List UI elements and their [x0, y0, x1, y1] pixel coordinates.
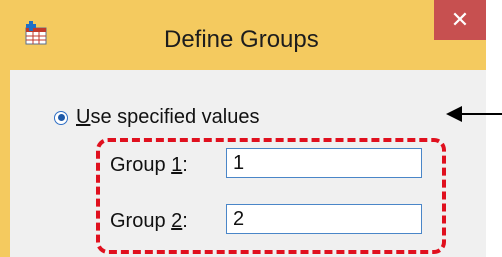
- dialog-client-area: Use specified values Group 1: 1 Group 2:…: [10, 70, 486, 257]
- use-specified-values-label-rest: se specified values: [90, 106, 260, 128]
- use-specified-values-mnemonic: U: [76, 106, 91, 128]
- use-specified-values-option[interactable]: Use specified values: [54, 106, 259, 129]
- screenshot-canvas: Define Groups ✕ Use specified values Gro…: [0, 0, 502, 257]
- use-specified-values-radio[interactable]: [54, 110, 68, 125]
- dialog-title: Define Groups: [164, 26, 319, 53]
- close-button[interactable]: ✕: [434, 0, 486, 40]
- define-groups-app-icon: [25, 21, 47, 45]
- define-groups-dialog: Define Groups ✕ Use specified values Gro…: [0, 0, 486, 257]
- radio-selected-dot: [57, 114, 65, 121]
- use-specified-values-label: Use specified values: [76, 106, 259, 129]
- group-fields-highlight: [96, 138, 446, 254]
- title-bar[interactable]: Define Groups ✕: [0, 0, 486, 70]
- pointer-arrow-icon: [446, 106, 502, 122]
- close-icon: ✕: [450, 7, 470, 32]
